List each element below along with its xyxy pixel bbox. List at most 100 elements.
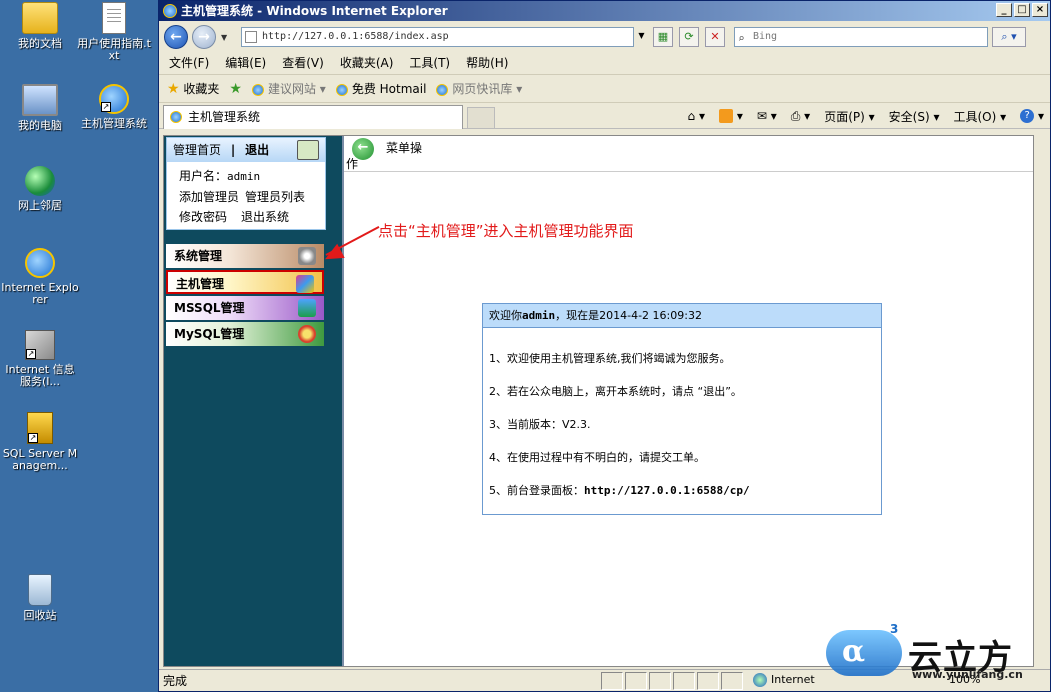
menu-view[interactable]: 查看(V) (282, 54, 324, 71)
favorites-button[interactable]: ★ 收藏夹 (167, 80, 219, 97)
desktop-icon-iis[interactable]: ↗ Internet 信息服务(I... (0, 330, 80, 388)
add-admin-link[interactable]: 添加管理员 (179, 190, 239, 204)
status-cell (721, 672, 743, 690)
ie-shortcut-icon: ↗ (99, 84, 129, 114)
menu-tools[interactable]: 工具(T) (409, 54, 450, 71)
page-menu[interactable]: 页面(P) ▾ (824, 108, 874, 125)
menu-file[interactable]: 文件(F) (169, 54, 209, 71)
menu-host-management[interactable]: 主机管理 (166, 270, 324, 294)
shortcut-arrow-icon: ↗ (28, 433, 38, 443)
refresh-icon[interactable]: ⟳ (679, 27, 699, 47)
back-button[interactable]: ← (164, 25, 188, 49)
zone-label: Internet (771, 673, 815, 686)
window-title: 主机管理系统 - Windows Internet Explorer (181, 4, 448, 18)
desktop-icon-label: 主机管理系统 (81, 117, 147, 130)
minimize-button[interactable]: _ (996, 3, 1012, 17)
text-file-icon (102, 2, 126, 34)
ie-icon (436, 83, 449, 96)
title-bar[interactable]: 主机管理系统 - Windows Internet Explorer _ □ × (159, 1, 1050, 21)
welcome-item: 4、在使用过程中有不明白的，请提交工单。 (489, 451, 705, 464)
search-icon: ⌕ (738, 32, 745, 45)
menu-help[interactable]: 帮助(H) (466, 54, 508, 71)
help-icon[interactable]: ? ▾ (1020, 109, 1044, 124)
fav-hotmail[interactable]: 免费 Hotmail (335, 80, 427, 97)
ie-icon (163, 4, 177, 18)
desktop-icon-host-management[interactable]: ↗ 主机管理系统 (74, 84, 154, 130)
left-frame: 管理首页 | 退出 用户名：admin 添加管理员 管理员列表 修改密码 退出系统 … (164, 136, 342, 666)
link-row: 修改密码 退出系统 (179, 207, 325, 227)
welcome-item: 5、前台登录面板：http://127.0.0.1:6588/cp/ (489, 474, 881, 507)
nav-box-header: 管理首页 | 退出 (167, 138, 325, 162)
stop-icon[interactable]: ✕ (705, 27, 725, 47)
fav-web-slice-gallery[interactable]: 网页快讯库 ▾ (436, 80, 522, 97)
desktop-icon-label: 回收站 (23, 609, 57, 622)
status-cell (625, 672, 647, 690)
fav-label: 免费 Hotmail (351, 82, 427, 96)
url-dropdown-icon[interactable]: ▼ (633, 27, 649, 47)
welcome-header: 欢迎你admin，现在是2014-4-2 16:09:32 (483, 304, 881, 328)
desktop-icon-my-documents[interactable]: 我的文档 (0, 2, 80, 50)
desktop-icon-internet-explorer[interactable]: Internet Explorer (0, 248, 80, 306)
boxes-icon (296, 275, 314, 293)
window-controls: _ □ × (996, 3, 1048, 17)
username-label: 用户名： (179, 169, 228, 183)
search-input[interactable]: ⌕ Bing (734, 27, 988, 47)
ie-icon (335, 83, 348, 96)
username-row: 用户名：admin (179, 166, 325, 187)
desktop-icon-my-computer[interactable]: 我的电脑 (0, 84, 80, 132)
logout-link[interactable]: 退出 (245, 143, 269, 157)
menu-mssql-management[interactable]: MSSQL管理 (166, 296, 324, 320)
ie-icon (251, 83, 264, 96)
operation-title: 菜单操作 (346, 141, 423, 171)
change-password-link[interactable]: 修改密码 (179, 210, 227, 224)
add-favorite-icon[interactable]: ★ (229, 81, 242, 97)
fav-label: 网页快讯库 ▾ (452, 82, 523, 96)
admin-home-link[interactable]: 管理首页 (173, 143, 221, 157)
safety-menu[interactable]: 安全(S) ▾ (889, 108, 940, 125)
computer-icon (22, 84, 58, 116)
forward-button[interactable]: → (192, 25, 216, 49)
command-bar: ⌂ ▾ ▾ ✉ ▾ ⎙ ▾ 页面(P) ▾ 安全(S) ▾ 工具(O) ▾ ? … (688, 103, 1044, 129)
new-tab-button[interactable] (467, 107, 495, 129)
welcome-item: 2、若在公众电脑上，离开本系统时，请点 “退出”。 (489, 385, 742, 398)
globe-icon (753, 673, 767, 687)
tab-title: 主机管理系统 (188, 110, 261, 124)
print-icon[interactable]: ⎙ ▾ (791, 109, 810, 124)
main-frame: ← 菜单操作 点击“主机管理”进入主机管理功能界面 欢迎你admin，现在是20… (321, 136, 1033, 666)
menu-edit[interactable]: 编辑(E) (225, 54, 266, 71)
exit-system-link[interactable]: 退出系统 (241, 210, 289, 224)
admin-list-link[interactable]: 管理员列表 (245, 190, 305, 204)
control-panel-url[interactable]: http://127.0.0.1:6588/cp/ (584, 484, 750, 497)
status-cell (697, 672, 719, 690)
welcome-item: 3、当前版本：V2.3. (489, 418, 591, 431)
compatibility-view-icon[interactable]: ▦ (653, 27, 673, 47)
desktop-icon-network[interactable]: 网上邻居 (0, 166, 80, 212)
desktop-icon-sql-server[interactable]: ↗ SQL Server Managem... (0, 412, 80, 472)
recycle-bin-icon (28, 574, 52, 606)
close-button[interactable]: × (1032, 3, 1048, 17)
fav-suggested-sites[interactable]: 建议网站 ▾ (251, 80, 326, 97)
link-row: 添加管理员 管理员列表 (179, 187, 325, 207)
maximize-button[interactable]: □ (1014, 3, 1030, 17)
tab-host-management[interactable]: 主机管理系统 (163, 105, 463, 129)
history-dropdown-icon[interactable]: ▼ (221, 33, 227, 42)
search-button[interactable]: ⌕ ▾ (992, 27, 1026, 47)
ie-icon (25, 248, 55, 278)
menu-mysql-management[interactable]: MySQL管理 (166, 322, 324, 346)
menu-favorites[interactable]: 收藏夹(A) (340, 54, 394, 71)
home-icon[interactable]: ⌂ ▾ (688, 109, 705, 123)
desktop-icon-recycle-bin[interactable]: 回收站 (0, 574, 80, 622)
menu-system-management[interactable]: 系统管理 (166, 244, 324, 268)
url-input[interactable]: http://127.0.0.1:6588/index.asp (241, 27, 649, 47)
tools-menu[interactable]: 工具(O) ▾ (954, 108, 1007, 125)
feeds-icon[interactable]: ▾ (719, 109, 743, 124)
page-icon (245, 31, 257, 43)
nav-box-body: 用户名：admin 添加管理员 管理员列表 修改密码 退出系统 (167, 162, 325, 227)
panel-label: 5、前台登录面板： (489, 484, 584, 497)
watermark-url: www.yunlifang.cn (912, 668, 1023, 681)
welcome-datetime: ，现在是2014-4-2 16:09:32 (555, 309, 702, 322)
desktop-icon-user-guide[interactable]: 用户使用指南.txt (74, 2, 154, 62)
sql-server-shortcut-icon: ↗ (27, 412, 53, 444)
mail-icon[interactable]: ✉ ▾ (757, 109, 777, 123)
iis-shortcut-icon: ↗ (25, 330, 55, 360)
